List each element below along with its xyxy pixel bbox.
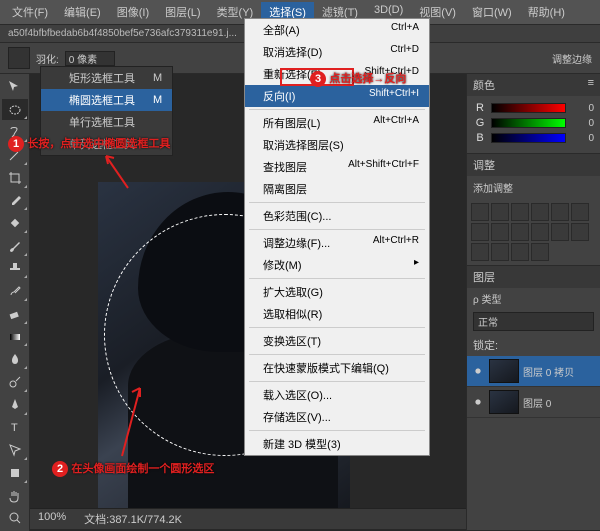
adjustment-preset[interactable] xyxy=(471,223,489,241)
panel-menu-icon[interactable]: ≡ xyxy=(588,77,594,93)
menu-3[interactable]: 图层(L) xyxy=(157,2,208,22)
menu-0[interactable]: 文件(F) xyxy=(4,2,56,22)
adjustment-preset[interactable] xyxy=(511,243,529,261)
menu-item[interactable]: 色彩范围(C)... xyxy=(245,205,429,227)
menu-1[interactable]: 编辑(E) xyxy=(56,2,109,22)
r-slider[interactable] xyxy=(491,103,566,113)
annotation-text-2: 在头像画面绘制一个圆形选区 xyxy=(71,463,214,475)
color-tab[interactable]: 颜色 xyxy=(473,77,495,93)
healing-tool[interactable] xyxy=(2,212,28,234)
annotation-text-3: 点击选择→反向 xyxy=(329,73,406,85)
layer-row[interactable]: 图层 0 拷贝 xyxy=(467,356,600,387)
adjustment-preset[interactable] xyxy=(531,223,549,241)
status-bar: 100% 文档:387.1K/774.2K xyxy=(30,508,466,529)
menu-item[interactable]: 查找图层Alt+Shift+Ctrl+F xyxy=(245,156,429,178)
adjustment-preset[interactable] xyxy=(491,243,509,261)
brush-tool[interactable] xyxy=(2,235,28,257)
layer-thumbnail[interactable] xyxy=(489,390,519,414)
menu-2[interactable]: 图像(I) xyxy=(109,2,157,22)
doc-size: 文档:387.1K/774.2K xyxy=(84,511,182,527)
menu-item[interactable]: 取消选择图层(S) xyxy=(245,134,429,156)
annotation-text-1: 长按，点击选中椭圆选框工具 xyxy=(27,138,170,150)
menu-item[interactable]: 所有图层(L)Alt+Ctrl+A xyxy=(245,112,429,134)
menu-item[interactable]: 全部(A)Ctrl+A xyxy=(245,19,429,41)
menu-10[interactable]: 帮助(H) xyxy=(520,2,573,22)
flyout-item-2[interactable]: 单行选框工具 xyxy=(41,111,172,133)
visibility-icon[interactable] xyxy=(471,364,485,378)
right-panels: 颜色≡ R0 G0 B0 调整 添加调整 图层 ρ 类型 正常 锁定: 图层 0… xyxy=(466,74,600,531)
crop-tool[interactable] xyxy=(2,167,28,189)
zoom-level[interactable]: 100% xyxy=(38,511,66,527)
adjustments-panel: 调整 添加调整 xyxy=(467,154,600,266)
r-label: R xyxy=(473,102,487,114)
visibility-icon[interactable] xyxy=(471,395,485,409)
shape-tool[interactable] xyxy=(2,462,28,484)
layer-thumbnail[interactable] xyxy=(489,359,519,383)
refine-edge-button[interactable]: 调整边缘 xyxy=(552,51,592,66)
adjustment-preset[interactable] xyxy=(471,203,489,221)
path-tool[interactable] xyxy=(2,439,28,461)
feather-label: 羽化: xyxy=(36,51,59,66)
hand-tool[interactable] xyxy=(2,485,28,507)
adjustment-preset[interactable] xyxy=(491,203,509,221)
menu-item[interactable]: 扩大选取(G) xyxy=(245,281,429,303)
b-slider[interactable] xyxy=(491,133,566,143)
adjustment-preset[interactable] xyxy=(511,203,529,221)
adjustment-preset[interactable] xyxy=(551,223,569,241)
g-label: G xyxy=(473,117,487,129)
dodge-tool[interactable] xyxy=(2,371,28,393)
type-tool[interactable]: T xyxy=(2,417,28,439)
move-tool[interactable] xyxy=(2,76,28,98)
adjustment-preset[interactable] xyxy=(551,203,569,221)
menu-item[interactable]: 调整边缘(F)...Alt+Ctrl+R xyxy=(245,232,429,254)
g-slider[interactable] xyxy=(491,118,566,128)
adjustment-preset[interactable] xyxy=(511,223,529,241)
pen-tool[interactable] xyxy=(2,394,28,416)
adjustment-preset[interactable] xyxy=(531,243,549,261)
b-label: B xyxy=(473,132,487,144)
blur-tool[interactable] xyxy=(2,348,28,370)
menu-item[interactable]: 反向(I)Shift+Ctrl+I xyxy=(245,85,429,107)
stamp-tool[interactable] xyxy=(2,258,28,280)
adjustment-preset[interactable] xyxy=(531,203,549,221)
flyout-item-0[interactable]: 矩形选框工具M xyxy=(41,67,172,89)
menu-item[interactable]: 新建 3D 模型(3) xyxy=(245,433,429,455)
menu-item[interactable]: 载入选区(O)... xyxy=(245,384,429,406)
adjustment-preset[interactable] xyxy=(571,203,589,221)
menu-item[interactable]: 变换选区(T) xyxy=(245,330,429,352)
adjustment-preset[interactable] xyxy=(491,223,509,241)
layer-row[interactable]: 图层 0 xyxy=(467,387,600,418)
menu-item[interactable]: 隔离图层 xyxy=(245,178,429,200)
gradient-tool[interactable] xyxy=(2,326,28,348)
menu-item[interactable]: 存储选区(V)... xyxy=(245,406,429,428)
adjustment-preset[interactable] xyxy=(471,243,489,261)
flyout-item-1[interactable]: 椭圆选框工具M xyxy=(41,89,172,111)
eyedropper-tool[interactable] xyxy=(2,190,28,212)
annotation-badge-2: 2 xyxy=(52,461,68,477)
annotation-badge-1: 1 xyxy=(8,136,24,152)
blend-mode-select[interactable]: 正常 xyxy=(473,312,594,331)
zoom-tool[interactable] xyxy=(2,507,28,529)
tool-preset-icon[interactable] xyxy=(8,47,30,69)
menu-item[interactable]: 选取相似(R) xyxy=(245,303,429,325)
menu-item[interactable]: 修改(M)▸ xyxy=(245,254,429,276)
adjustment-preset[interactable] xyxy=(571,223,589,241)
feather-input[interactable] xyxy=(65,51,115,66)
history-brush-tool[interactable] xyxy=(2,280,28,302)
layers-panel: 图层 ρ 类型 正常 锁定: 图层 0 拷贝图层 0 xyxy=(467,266,600,531)
eraser-tool[interactable] xyxy=(2,303,28,325)
annotation-badge-3: 3 xyxy=(310,71,326,87)
menu-9[interactable]: 窗口(W) xyxy=(464,2,520,22)
marquee-tool[interactable] xyxy=(2,99,28,121)
color-panel: 颜色≡ R0 G0 B0 xyxy=(467,74,600,154)
svg-text:T: T xyxy=(11,422,18,434)
menu-item[interactable]: 在快速蒙版模式下编辑(Q) xyxy=(245,357,429,379)
menu-item[interactable]: 取消选择(D)Ctrl+D xyxy=(245,41,429,63)
